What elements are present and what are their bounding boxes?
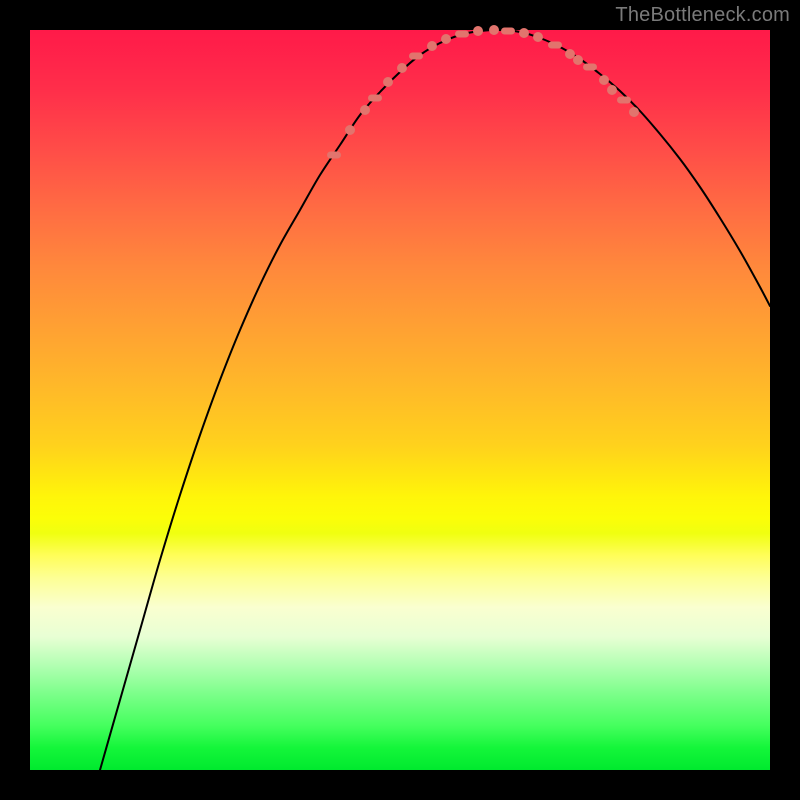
curve-marker <box>473 26 483 36</box>
curve-marker <box>455 31 469 38</box>
curve-marker <box>360 105 370 115</box>
curve-marker <box>617 97 631 104</box>
curve-marker <box>368 95 382 102</box>
curve-markers <box>327 25 639 159</box>
curve-marker <box>573 55 583 65</box>
curve-marker <box>583 64 597 71</box>
curve-marker <box>599 75 609 85</box>
watermark-text: TheBottleneck.com <box>615 4 790 27</box>
bottleneck-curve <box>100 30 770 770</box>
curve-marker <box>607 85 617 95</box>
curve-marker <box>629 107 639 117</box>
curve-marker <box>501 28 515 35</box>
curve-marker <box>327 152 341 159</box>
curve-marker <box>533 32 543 42</box>
curve-marker <box>519 28 529 38</box>
curve-marker <box>409 53 423 60</box>
curve-marker <box>565 49 575 59</box>
curve-svg <box>30 30 770 770</box>
plot-area <box>30 30 770 770</box>
curve-marker <box>441 34 451 44</box>
curve-marker <box>548 42 562 49</box>
curve-marker <box>383 77 393 87</box>
curve-marker <box>345 125 355 135</box>
curve-marker <box>397 63 407 73</box>
curve-marker <box>489 25 499 35</box>
chart-frame: TheBottleneck.com <box>0 0 800 800</box>
curve-marker <box>427 41 437 51</box>
